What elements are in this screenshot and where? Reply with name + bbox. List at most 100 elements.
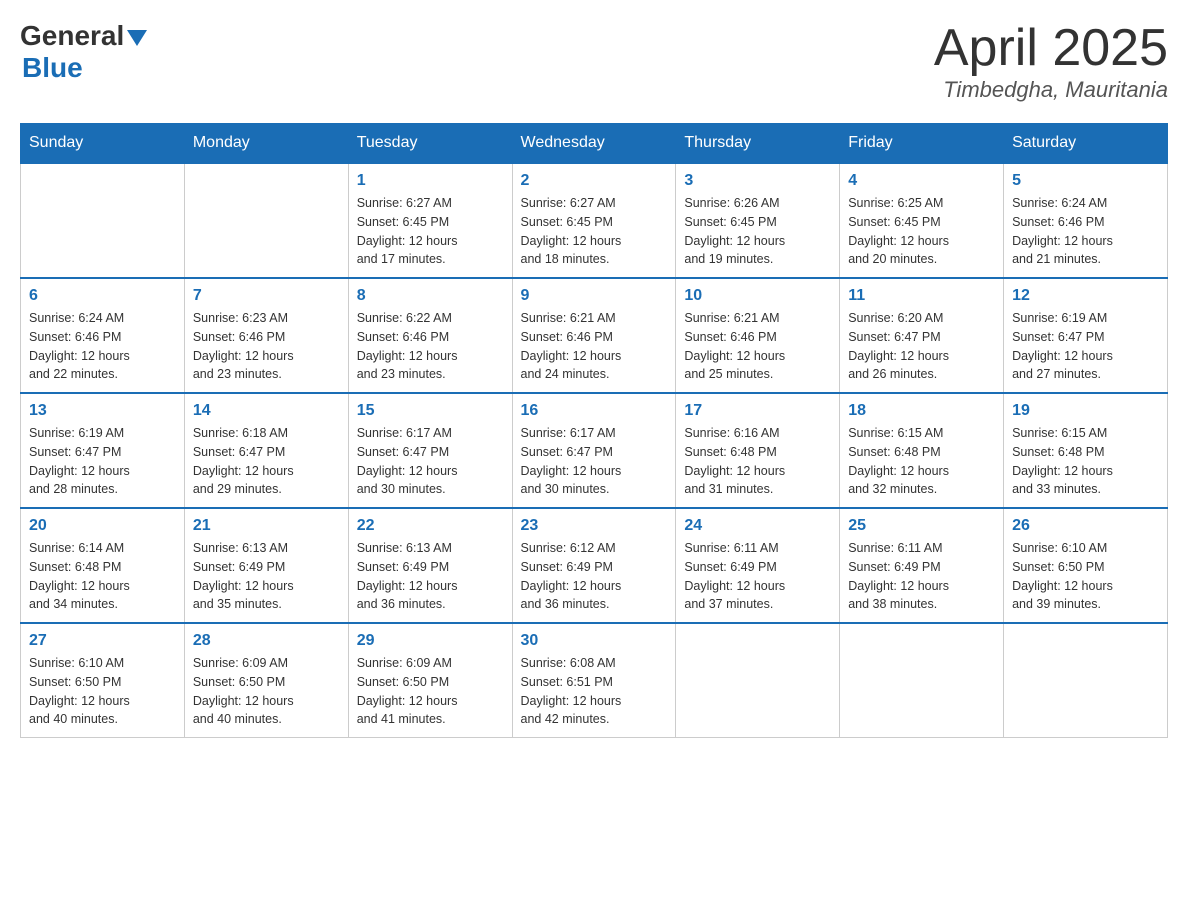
day-info: Sunrise: 6:22 AM Sunset: 6:46 PM Dayligh… — [357, 309, 504, 384]
day-info: Sunrise: 6:11 AM Sunset: 6:49 PM Dayligh… — [684, 539, 831, 614]
calendar-cell: 2 Sunrise: 6:27 AM Sunset: 6:45 PM Daylig… — [512, 163, 676, 278]
day-info: Sunrise: 6:19 AM Sunset: 6:47 PM Dayligh… — [1012, 309, 1159, 384]
day-info: Sunrise: 6:15 AM Sunset: 6:48 PM Dayligh… — [848, 424, 995, 499]
day-info: Sunrise: 6:26 AM Sunset: 6:45 PM Dayligh… — [684, 194, 831, 269]
calendar-cell: 16 Sunrise: 6:17 AM Sunset: 6:47 PM Dayli… — [512, 393, 676, 508]
day-number: 5 — [1012, 172, 1159, 190]
calendar-cell: 28 Sunrise: 6:09 AM Sunset: 6:50 PM Dayli… — [184, 623, 348, 738]
month-title: April 2025 — [934, 20, 1168, 77]
calendar-cell: 22Sunrise: 6:13 AM Sunset: 6:49 PM Dayli… — [348, 508, 512, 623]
calendar-week-row: 20 Sunrise: 6:14 AM Sunset: 6:48 PM Dayli… — [21, 508, 1168, 623]
calendar-week-row: 13Sunrise: 6:19 AM Sunset: 6:47 PM Dayli… — [21, 393, 1168, 508]
day-info: Sunrise: 6:10 AM Sunset: 6:50 PM Dayligh… — [29, 654, 176, 729]
day-info: Sunrise: 6:23 AM Sunset: 6:46 PM Dayligh… — [193, 309, 340, 384]
calendar-cell: 8 Sunrise: 6:22 AM Sunset: 6:46 PM Daylig… — [348, 278, 512, 393]
day-info: Sunrise: 6:27 AM Sunset: 6:45 PM Dayligh… — [521, 194, 668, 269]
day-info: Sunrise: 6:21 AM Sunset: 6:46 PM Dayligh… — [684, 309, 831, 384]
day-info: Sunrise: 6:18 AM Sunset: 6:47 PM Dayligh… — [193, 424, 340, 499]
day-number: 18 — [848, 402, 995, 420]
day-number: 11 — [848, 287, 995, 305]
calendar-header-row: SundayMondayTuesdayWednesdayThursdayFrid… — [21, 124, 1168, 164]
calendar-cell: 30Sunrise: 6:08 AM Sunset: 6:51 PM Dayli… — [512, 623, 676, 738]
calendar-cell: 26 Sunrise: 6:10 AM Sunset: 6:50 PM Dayli… — [1004, 508, 1168, 623]
calendar-cell: 24 Sunrise: 6:11 AM Sunset: 6:49 PM Dayli… — [676, 508, 840, 623]
calendar-week-row: 6 Sunrise: 6:24 AM Sunset: 6:46 PM Daylig… — [21, 278, 1168, 393]
day-number: 20 — [29, 517, 176, 535]
day-number: 22 — [357, 517, 504, 535]
calendar-cell — [21, 163, 185, 278]
calendar-cell: 1 Sunrise: 6:27 AM Sunset: 6:45 PM Daylig… — [348, 163, 512, 278]
day-number: 8 — [357, 287, 504, 305]
day-number: 10 — [684, 287, 831, 305]
day-number: 19 — [1012, 402, 1159, 420]
day-info: Sunrise: 6:08 AM Sunset: 6:51 PM Dayligh… — [521, 654, 668, 729]
day-info: Sunrise: 6:11 AM Sunset: 6:49 PM Dayligh… — [848, 539, 995, 614]
calendar-cell: 4Sunrise: 6:25 AM Sunset: 6:45 PM Daylig… — [840, 163, 1004, 278]
day-info: Sunrise: 6:10 AM Sunset: 6:50 PM Dayligh… — [1012, 539, 1159, 614]
calendar-cell: 25Sunrise: 6:11 AM Sunset: 6:49 PM Dayli… — [840, 508, 1004, 623]
day-info: Sunrise: 6:19 AM Sunset: 6:47 PM Dayligh… — [29, 424, 176, 499]
day-number: 7 — [193, 287, 340, 305]
day-number: 6 — [29, 287, 176, 305]
logo: General Blue — [20, 20, 147, 84]
calendar-cell: 13Sunrise: 6:19 AM Sunset: 6:47 PM Dayli… — [21, 393, 185, 508]
day-number: 15 — [357, 402, 504, 420]
calendar-cell — [840, 623, 1004, 738]
logo-general: General — [20, 20, 124, 52]
day-number: 16 — [521, 402, 668, 420]
calendar-cell: 19 Sunrise: 6:15 AM Sunset: 6:48 PM Dayli… — [1004, 393, 1168, 508]
calendar-header-wednesday: Wednesday — [512, 124, 676, 164]
day-info: Sunrise: 6:27 AM Sunset: 6:45 PM Dayligh… — [357, 194, 504, 269]
day-info: Sunrise: 6:14 AM Sunset: 6:48 PM Dayligh… — [29, 539, 176, 614]
day-info: Sunrise: 6:16 AM Sunset: 6:48 PM Dayligh… — [684, 424, 831, 499]
day-number: 27 — [29, 632, 176, 650]
calendar-cell: 14 Sunrise: 6:18 AM Sunset: 6:47 PM Dayli… — [184, 393, 348, 508]
day-number: 29 — [357, 632, 504, 650]
day-info: Sunrise: 6:13 AM Sunset: 6:49 PM Dayligh… — [193, 539, 340, 614]
calendar-cell: 5Sunrise: 6:24 AM Sunset: 6:46 PM Daylig… — [1004, 163, 1168, 278]
day-number: 12 — [1012, 287, 1159, 305]
calendar-cell — [676, 623, 840, 738]
calendar-cell: 7 Sunrise: 6:23 AM Sunset: 6:46 PM Daylig… — [184, 278, 348, 393]
day-info: Sunrise: 6:15 AM Sunset: 6:48 PM Dayligh… — [1012, 424, 1159, 499]
day-info: Sunrise: 6:12 AM Sunset: 6:49 PM Dayligh… — [521, 539, 668, 614]
calendar-cell: 6 Sunrise: 6:24 AM Sunset: 6:46 PM Daylig… — [21, 278, 185, 393]
calendar-cell: 29 Sunrise: 6:09 AM Sunset: 6:50 PM Dayli… — [348, 623, 512, 738]
calendar-cell: 17 Sunrise: 6:16 AM Sunset: 6:48 PM Dayli… — [676, 393, 840, 508]
day-number: 4 — [848, 172, 995, 190]
logo-triangle-icon — [127, 30, 147, 46]
day-number: 1 — [357, 172, 504, 190]
day-number: 26 — [1012, 517, 1159, 535]
day-number: 3 — [684, 172, 831, 190]
day-number: 23 — [521, 517, 668, 535]
calendar-week-row: 27 Sunrise: 6:10 AM Sunset: 6:50 PM Dayli… — [21, 623, 1168, 738]
day-info: Sunrise: 6:24 AM Sunset: 6:46 PM Dayligh… — [29, 309, 176, 384]
day-number: 2 — [521, 172, 668, 190]
calendar-cell: 18 Sunrise: 6:15 AM Sunset: 6:48 PM Dayli… — [840, 393, 1004, 508]
day-info: Sunrise: 6:17 AM Sunset: 6:47 PM Dayligh… — [521, 424, 668, 499]
day-number: 17 — [684, 402, 831, 420]
calendar-header-thursday: Thursday — [676, 124, 840, 164]
calendar-header-sunday: Sunday — [21, 124, 185, 164]
calendar-table: SundayMondayTuesdayWednesdayThursdayFrid… — [20, 123, 1168, 738]
day-number: 28 — [193, 632, 340, 650]
calendar-cell: 10 Sunrise: 6:21 AM Sunset: 6:46 PM Dayli… — [676, 278, 840, 393]
location: Timbedgha, Mauritania — [934, 77, 1168, 103]
calendar-header-monday: Monday — [184, 124, 348, 164]
calendar-cell: 15Sunrise: 6:17 AM Sunset: 6:47 PM Dayli… — [348, 393, 512, 508]
calendar-cell: 23 Sunrise: 6:12 AM Sunset: 6:49 PM Dayli… — [512, 508, 676, 623]
calendar-cell: 27 Sunrise: 6:10 AM Sunset: 6:50 PM Dayli… — [21, 623, 185, 738]
calendar-cell: 11 Sunrise: 6:20 AM Sunset: 6:47 PM Dayli… — [840, 278, 1004, 393]
calendar-cell: 12 Sunrise: 6:19 AM Sunset: 6:47 PM Dayli… — [1004, 278, 1168, 393]
day-info: Sunrise: 6:20 AM Sunset: 6:47 PM Dayligh… — [848, 309, 995, 384]
logo-blue: Blue — [22, 52, 147, 84]
day-number: 24 — [684, 517, 831, 535]
calendar-cell — [184, 163, 348, 278]
day-info: Sunrise: 6:09 AM Sunset: 6:50 PM Dayligh… — [357, 654, 504, 729]
calendar-header-saturday: Saturday — [1004, 124, 1168, 164]
calendar-week-row: 1 Sunrise: 6:27 AM Sunset: 6:45 PM Daylig… — [21, 163, 1168, 278]
calendar-cell: 3 Sunrise: 6:26 AM Sunset: 6:45 PM Daylig… — [676, 163, 840, 278]
calendar-header-friday: Friday — [840, 124, 1004, 164]
day-info: Sunrise: 6:09 AM Sunset: 6:50 PM Dayligh… — [193, 654, 340, 729]
day-number: 14 — [193, 402, 340, 420]
